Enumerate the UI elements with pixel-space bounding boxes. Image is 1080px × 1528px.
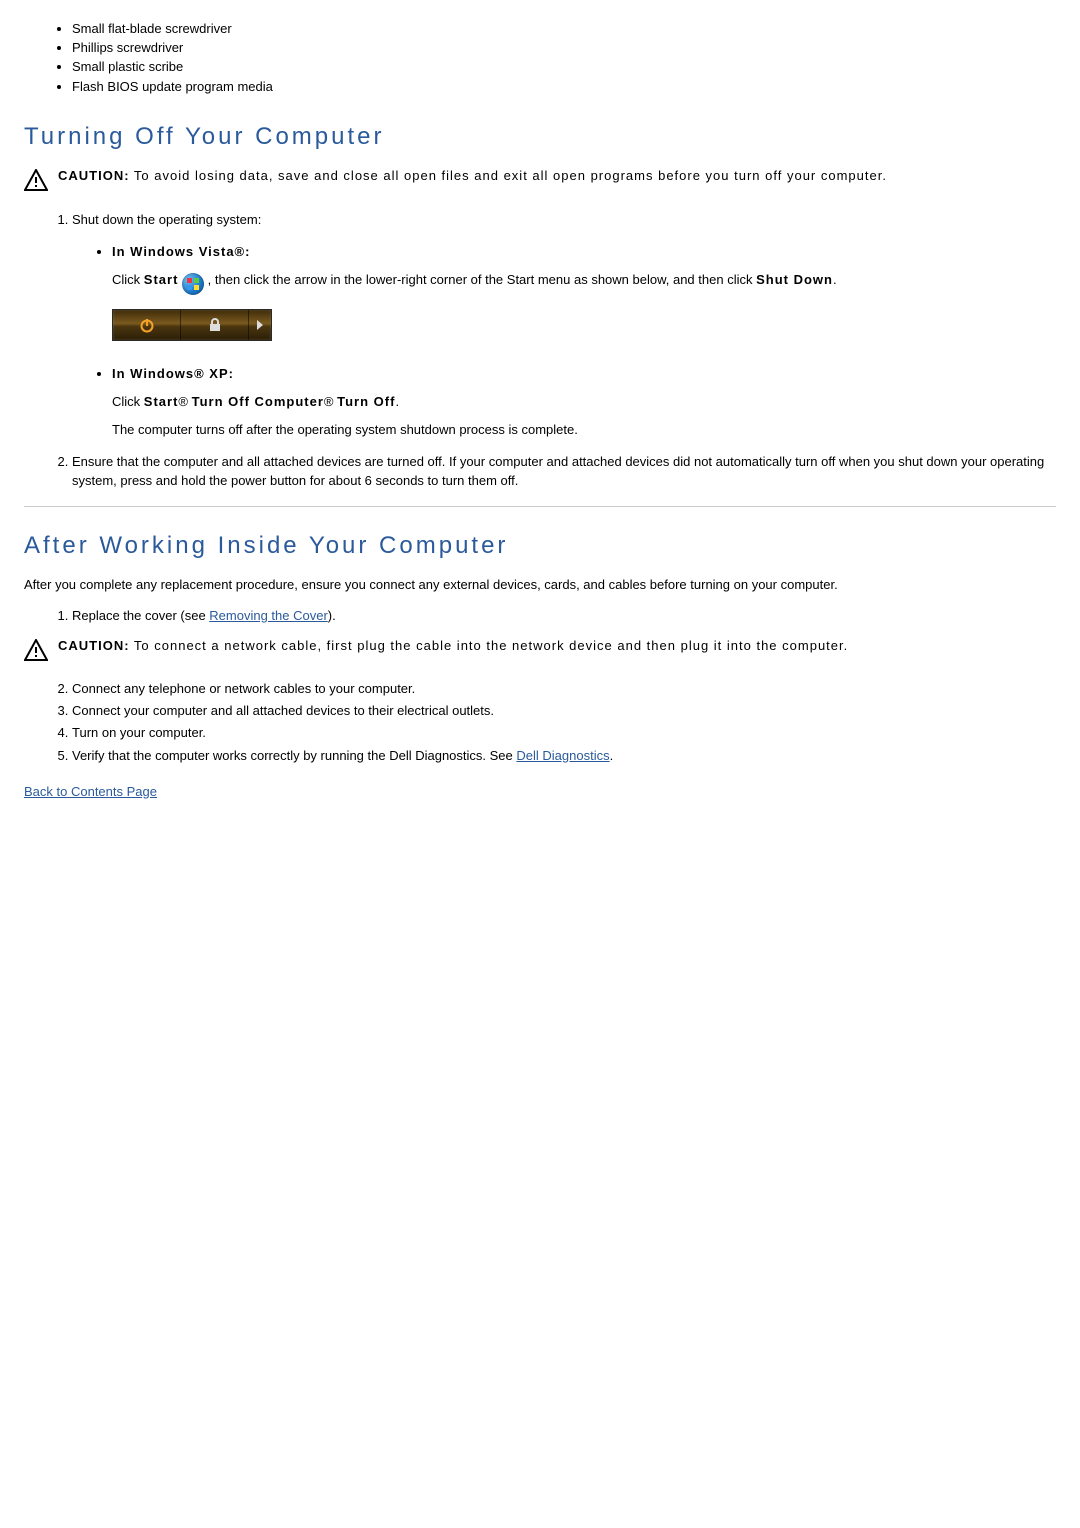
- windows-start-orb-icon: [182, 273, 204, 295]
- arrow-right-icon: [249, 310, 271, 340]
- after-step-5: Verify that the computer works correctly…: [72, 747, 1056, 765]
- xp-item: In Windows® XP: Click Start® Turn Off Co…: [112, 365, 1056, 440]
- back-to-contents-link[interactable]: Back to Contents Page: [24, 784, 157, 799]
- xp-end: .: [395, 394, 399, 409]
- after-step1-b: ).: [328, 608, 336, 623]
- after-step1-a: Replace the cover (see: [72, 608, 209, 623]
- xp-result: The computer turns off after the operati…: [112, 421, 1056, 439]
- vista-label: In Windows Vista®:: [112, 244, 250, 259]
- dell-diagnostics-link[interactable]: Dell Diagnostics: [516, 748, 609, 763]
- caution-label: CAUTION:: [58, 168, 130, 183]
- vista-text-b: , then click the arrow in the lower-righ…: [204, 272, 756, 287]
- after-step-1: Replace the cover (see Removing the Cove…: [72, 607, 1056, 625]
- caution-text-2: CAUTION: To connect a network cable, fir…: [58, 637, 1056, 655]
- after-step-2: Connect any telephone or network cables …: [72, 680, 1056, 698]
- removing-cover-link[interactable]: Removing the Cover: [209, 608, 328, 623]
- os-sub-list: In Windows Vista®: Click Start , then cl…: [72, 243, 1056, 440]
- tool-item: Flash BIOS update program media: [72, 78, 1056, 96]
- step-shut-down-os: Shut down the operating system: In Windo…: [72, 211, 1056, 440]
- xp-start: Start: [144, 394, 179, 409]
- after-step5-a: Verify that the computer works correctly…: [72, 748, 516, 763]
- caution-text: CAUTION: To avoid losing data, save and …: [58, 167, 1056, 185]
- heading-after-working: After Working Inside Your Computer: [24, 529, 1056, 563]
- vista-item: In Windows Vista®: Click Start , then cl…: [112, 243, 1056, 355]
- vista-start-word: Start: [144, 272, 179, 287]
- caution-triangle-icon: [24, 169, 48, 196]
- caution-body: To avoid losing data, save and close all…: [130, 168, 887, 183]
- step1-intro: Shut down the operating system:: [72, 212, 261, 227]
- caution-block-2: CAUTION: To connect a network cable, fir…: [24, 637, 1056, 666]
- xp-turn-off: Turn Off: [337, 394, 395, 409]
- heading-turning-off: Turning Off Your Computer: [24, 120, 1056, 154]
- xp-a: Click: [112, 394, 144, 409]
- after-steps-cont: Connect any telephone or network cables …: [24, 680, 1056, 765]
- xp-label: In Windows® XP:: [112, 366, 234, 381]
- after-intro-text: After you complete any replacement proce…: [24, 576, 1056, 594]
- caution-label-2: CAUTION:: [58, 638, 130, 653]
- vista-shutdown-word: Shut Down: [756, 272, 833, 287]
- caution-triangle-icon: [24, 639, 48, 666]
- tool-item: Phillips screwdriver: [72, 39, 1056, 57]
- turning-off-steps: Shut down the operating system: In Windo…: [24, 211, 1056, 490]
- caution-block: CAUTION: To avoid losing data, save and …: [24, 167, 1056, 196]
- after-steps: Replace the cover (see Removing the Cove…: [24, 607, 1056, 625]
- xp-instruction: Click Start® Turn Off Computer® Turn Off…: [112, 393, 1056, 411]
- section-divider: [24, 506, 1056, 507]
- xp-turn-off-computer: Turn Off Computer: [192, 394, 324, 409]
- vista-period: .: [833, 272, 837, 287]
- after-step5-b: .: [610, 748, 614, 763]
- after-step-3: Connect your computer and all attached d…: [72, 702, 1056, 720]
- lock-icon: [181, 310, 249, 340]
- xp-arrow1: ®: [178, 394, 191, 409]
- after-step-4: Turn on your computer.: [72, 724, 1056, 742]
- power-icon: [113, 310, 181, 340]
- tool-item: Small plastic scribe: [72, 58, 1056, 76]
- vista-start-menu-bar-icon: [112, 309, 272, 341]
- tools-list: Small flat-blade screwdriver Phillips sc…: [24, 20, 1056, 96]
- vista-text-a: Click: [112, 272, 144, 287]
- tool-item: Small flat-blade screwdriver: [72, 20, 1056, 38]
- step-ensure-off: Ensure that the computer and all attache…: [72, 453, 1056, 489]
- caution-body-2: To connect a network cable, first plug t…: [130, 638, 849, 653]
- vista-instruction: Click Start , then click the arrow in th…: [112, 271, 1056, 295]
- xp-arrow2: ®: [324, 394, 337, 409]
